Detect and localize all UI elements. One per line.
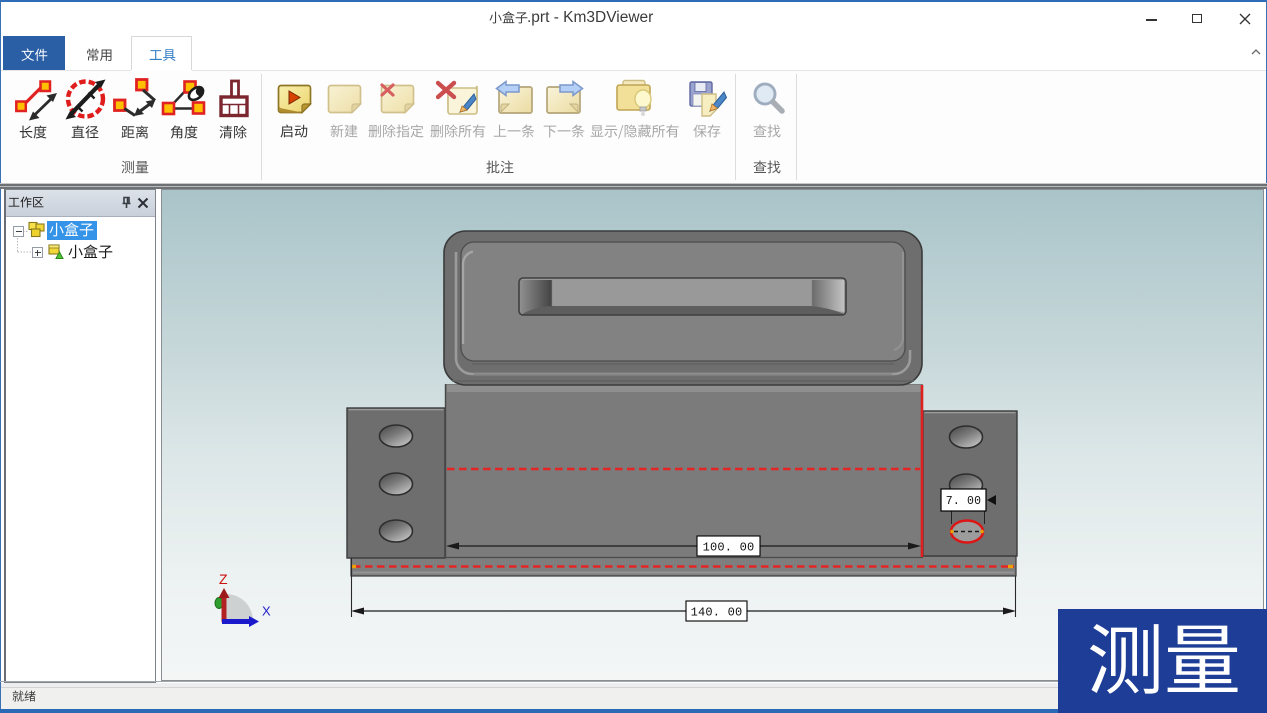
- svg-text:100. 00: 100. 00: [703, 541, 755, 555]
- svg-text:7. 00: 7. 00: [946, 495, 982, 508]
- svg-text:Z: Z: [219, 571, 228, 587]
- svg-text:140. 00: 140. 00: [691, 606, 743, 620]
- svg-text:X: X: [262, 604, 271, 619]
